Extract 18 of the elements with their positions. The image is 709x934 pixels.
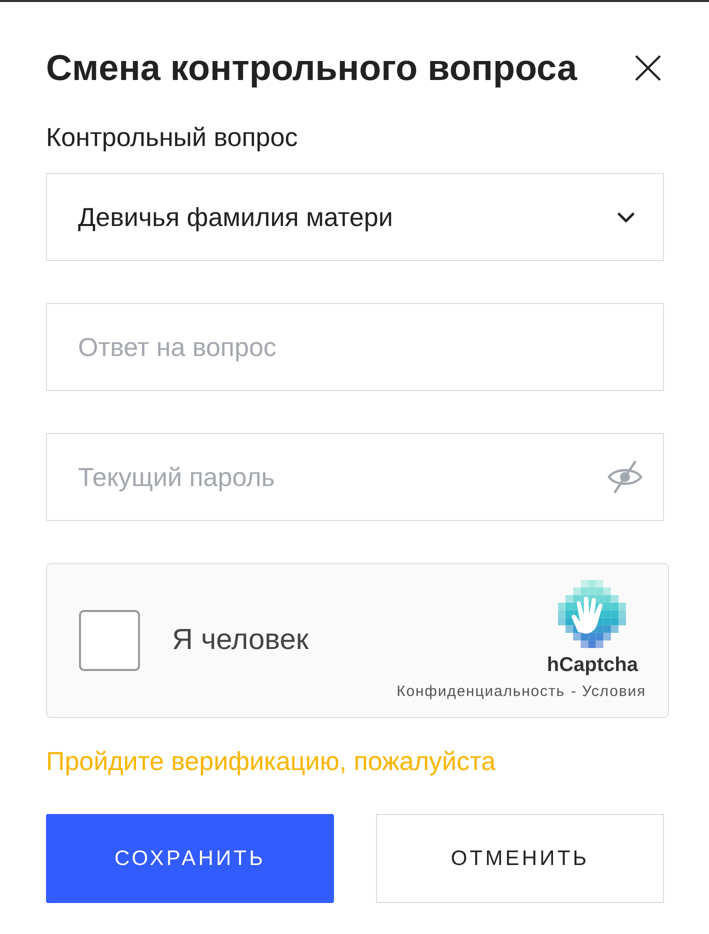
privacy-link[interactable]: Конфиденциальность <box>396 683 565 701</box>
hand-mosaic-logo <box>558 580 626 648</box>
answer-input[interactable]: Ответ на вопрос <box>46 303 664 391</box>
close-icon[interactable] <box>634 54 662 82</box>
error-message: Пройдите верификацию, пожалуйста <box>46 746 496 776</box>
eye-off-icon[interactable] <box>607 460 643 494</box>
captcha-brand-name: hCaptcha <box>546 653 638 677</box>
chevron-down-icon <box>617 212 635 222</box>
captcha-label: Я человек <box>172 622 309 658</box>
save-button[interactable]: СОХРАНИТЬ <box>46 814 334 903</box>
separator-text: - <box>570 683 576 701</box>
password-input[interactable]: Текущий пароль <box>46 433 664 521</box>
dialog-title: Смена контрольного вопроса <box>46 47 578 89</box>
captcha-checkbox[interactable] <box>79 610 140 671</box>
question-select[interactable]: Девичья фамилия матери <box>46 173 664 261</box>
cancel-button[interactable]: ОТМЕНИТЬ <box>376 814 664 903</box>
question-label: Контрольный вопрос <box>46 122 298 152</box>
terms-link[interactable]: Условия <box>582 683 646 701</box>
